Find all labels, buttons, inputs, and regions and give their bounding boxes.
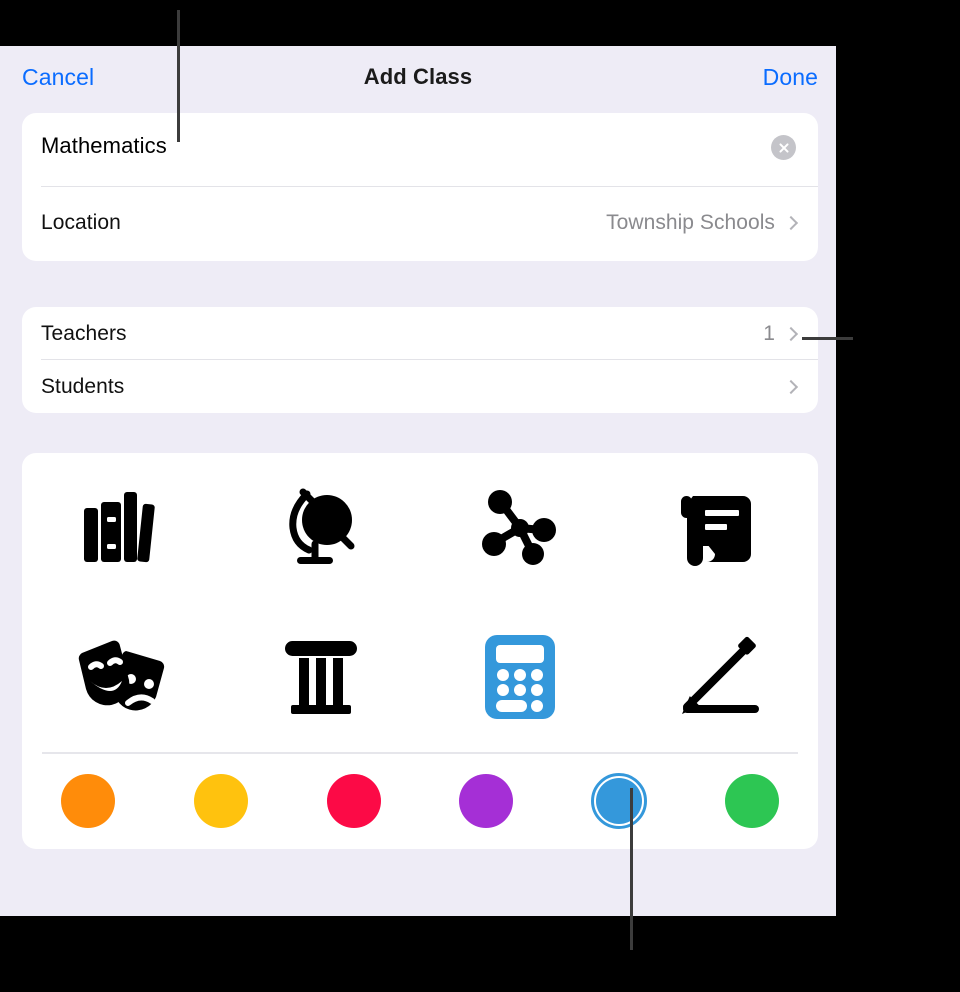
callout-line-color (630, 788, 633, 950)
clear-circle-icon[interactable] (771, 135, 796, 160)
class-details-card: Mathematics Location Township Schools (22, 113, 818, 261)
done-button[interactable]: Done (763, 64, 818, 91)
teachers-label: Teachers (41, 321, 127, 345)
icon-option-globe[interactable] (221, 453, 420, 603)
students-row[interactable]: Students (22, 360, 818, 413)
class-roster-card: Teachers 1 Students (22, 307, 818, 413)
icon-option-theater-masks[interactable] (22, 603, 221, 753)
pencil-angle-icon (681, 637, 759, 715)
color-dot (61, 774, 116, 828)
color-dot (724, 774, 779, 828)
class-name-field[interactable]: Mathematics (22, 113, 818, 187)
icon-option-pencil[interactable] (619, 603, 818, 753)
location-label: Location (41, 211, 121, 234)
column-icon (284, 641, 357, 715)
color-swatch-green[interactable] (720, 769, 784, 833)
teachers-count: 1 (763, 321, 775, 345)
theater-masks-icon (78, 640, 164, 711)
class-icon-grid (22, 453, 818, 752)
page-title: Add Class (363, 64, 473, 89)
class-name-value: Mathematics (41, 133, 167, 158)
icon-option-column[interactable] (221, 603, 420, 753)
class-color-picker (22, 753, 818, 849)
icon-option-scroll[interactable] (619, 453, 818, 603)
color-dot (326, 774, 381, 828)
color-dot (459, 774, 514, 828)
color-dot (193, 774, 248, 828)
color-dot (595, 778, 642, 824)
color-swatch-yellow[interactable] (189, 769, 253, 833)
callout-line-name-field (177, 10, 180, 142)
globe-icon (288, 488, 354, 564)
icon-option-books[interactable] (22, 453, 221, 603)
icon-option-molecule[interactable] (420, 453, 619, 603)
chevron-right-icon (785, 214, 796, 232)
books-icon (83, 491, 155, 562)
navigation-bar: Cancel Add Class Done (0, 46, 836, 114)
location-value: Township Schools (606, 211, 775, 234)
molecule-icon (481, 489, 556, 565)
scroll-icon (680, 495, 751, 566)
teachers-row[interactable]: Teachers 1 (22, 307, 818, 360)
callout-line-students (802, 337, 853, 340)
color-swatch-purple[interactable] (454, 769, 518, 833)
chevron-right-icon (785, 325, 796, 343)
class-appearance-card (22, 453, 818, 849)
students-label: Students (41, 374, 125, 398)
chevron-right-icon (785, 378, 796, 396)
color-swatch-blue[interactable] (587, 769, 651, 833)
location-row[interactable]: Location Township Schools (22, 187, 818, 259)
color-swatch-pink[interactable] (322, 769, 386, 833)
color-swatch-orange[interactable] (56, 769, 120, 833)
add-class-dialog: Cancel Add Class Done Mathematics Locati… (0, 46, 836, 916)
calculator-icon (484, 635, 555, 720)
icon-option-calculator[interactable] (420, 603, 619, 753)
